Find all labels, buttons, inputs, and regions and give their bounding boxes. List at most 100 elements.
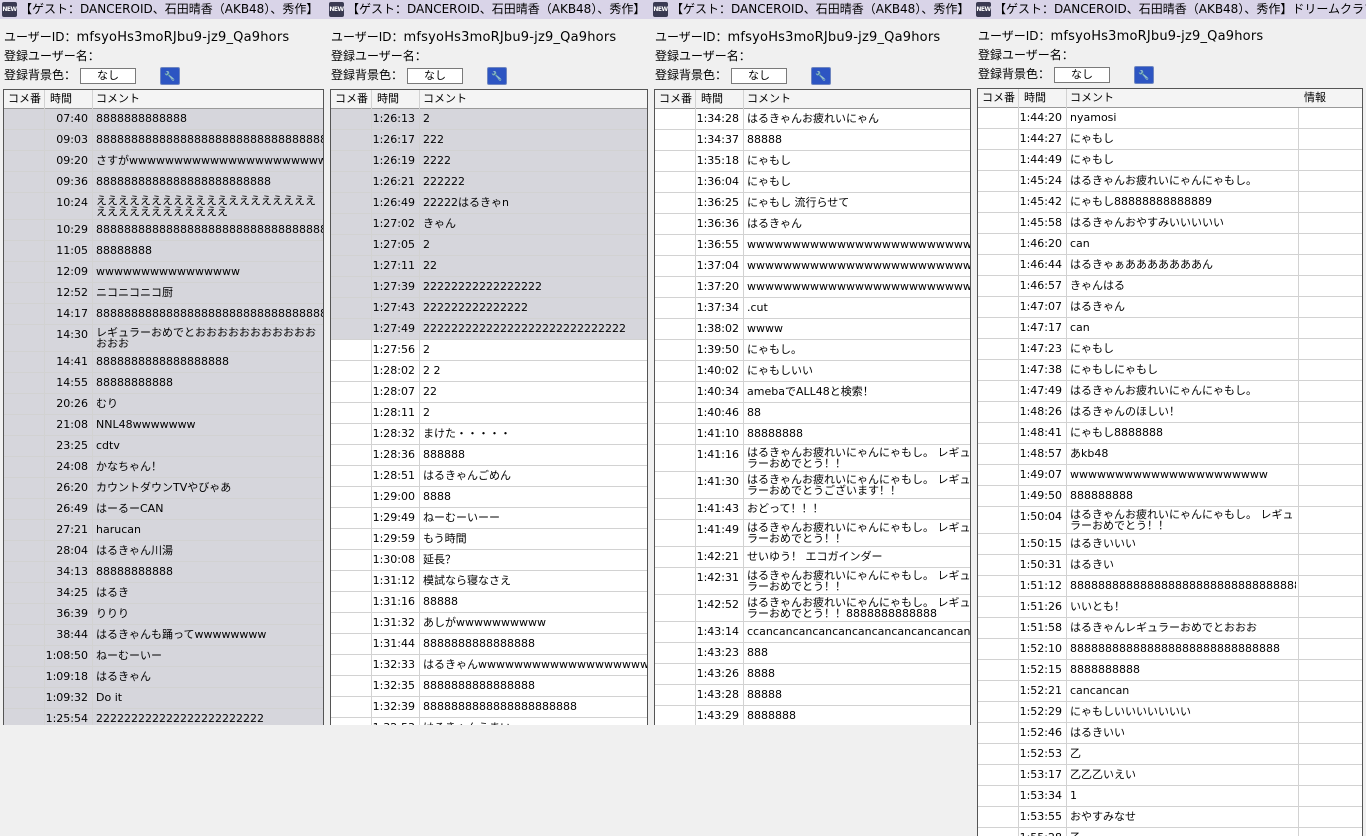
- comment-row[interactable]: 1:29:59 もう時間: [331, 529, 647, 550]
- comment-row[interactable]: 14:30 レギュラーおめでとおおおおおおおおおおおおおお: [4, 325, 323, 352]
- comment-row[interactable]: 1:26:17 222: [331, 130, 647, 151]
- comment-row[interactable]: 1:52:21 cancancan: [978, 681, 1362, 702]
- comment-row[interactable]: 34:25 はるき: [4, 583, 323, 604]
- comment-row[interactable]: 1:31:32 あしがwwwwwwwwww: [331, 613, 647, 634]
- column-header-comment[interactable]: コメント: [96, 90, 140, 108]
- comment-row[interactable]: 1:44:20 nyamosi: [978, 108, 1362, 129]
- comment-row[interactable]: 1:43:26 8888: [655, 664, 970, 685]
- comment-row[interactable]: 1:36:36 はるきゃん: [655, 214, 970, 235]
- comment-row[interactable]: 1:36:55 wwwwwwwwwwwwwwwwwwwwwwwwwww: [655, 235, 970, 256]
- comment-row[interactable]: 1:28:02 2 2: [331, 361, 647, 382]
- comment-row[interactable]: 1:38:02 wwww: [655, 319, 970, 340]
- comment-row[interactable]: 1:40:34 amebaでALL48と検索！: [655, 382, 970, 403]
- comment-row[interactable]: 1:53:34 1: [978, 786, 1362, 807]
- bg-color-select[interactable]: なし: [731, 67, 788, 84]
- comment-row[interactable]: 1:45:24 はるきゃんお疲れいにゃんにゃもし。: [978, 171, 1362, 192]
- column-header-time[interactable]: 時間: [701, 90, 723, 108]
- comment-row[interactable]: 1:34:28 はるきゃんお疲れいにゃん: [655, 109, 970, 130]
- comment-row[interactable]: 1:47:07 はるきゃん: [978, 297, 1362, 318]
- comment-row[interactable]: 1:51:12 888888888888888888888888888888888…: [978, 576, 1362, 597]
- comment-row[interactable]: 21:08 NNL48wwwwwww: [4, 415, 323, 436]
- comment-row[interactable]: 1:26:19 2222: [331, 151, 647, 172]
- comment-row[interactable]: 1:37:04 wwwwwwwwwwwwwwwwwwwwwwwwwwwwwwwww…: [655, 256, 970, 277]
- comment-row[interactable]: 1:46:44 はるきゃぁあああああああん: [978, 255, 1362, 276]
- column-header-num[interactable]: コメ番: [335, 90, 368, 108]
- comment-row[interactable]: 1:26:21 222222: [331, 172, 647, 193]
- wrench-button[interactable]: 🔧: [811, 66, 832, 85]
- comment-row[interactable]: 38:44 はるきゃんも踊ってwwwwwwww: [4, 625, 323, 646]
- comment-row[interactable]: 1:28:11 2: [331, 403, 647, 424]
- comment-row[interactable]: 1:48:41 にゃもし8888888: [978, 423, 1362, 444]
- comment-row[interactable]: 1:32:53 はるきゃんうまい: [331, 718, 647, 725]
- comment-row[interactable]: 10:29 88888888888888888888888888888888888…: [4, 220, 323, 241]
- comment-list[interactable]: コメ番 時間 コメント 1:34:28 はるきゃんお疲れいにゃん 1:34:37 88888…: [654, 89, 971, 725]
- comment-row[interactable]: 1:28:32 まけた・・・・・: [331, 424, 647, 445]
- comment-row[interactable]: 1:41:49 はるきゃんお疲れいにゃんにゃもし。 レギュラーおめでとう！！: [655, 520, 970, 547]
- column-header-time[interactable]: 時間: [377, 90, 399, 108]
- comment-row[interactable]: 1:47:49 はるきゃんお疲れいにゃんにゃもし。: [978, 381, 1362, 402]
- bg-color-select[interactable]: なし: [1054, 66, 1111, 83]
- comment-row[interactable]: 23:25 cdtv: [4, 436, 323, 457]
- comment-row[interactable]: 09:36 8888888888888888888888888: [4, 172, 323, 193]
- comment-row[interactable]: 1:29:00 8888: [331, 487, 647, 508]
- comment-row[interactable]: 1:48:26 はるきゃんのほしい！: [978, 402, 1362, 423]
- comment-row[interactable]: 1:47:38 にゃもしにゃもし: [978, 360, 1362, 381]
- column-header-time[interactable]: 時間: [1024, 89, 1046, 107]
- comment-row[interactable]: 1:42:52 はるきゃんお疲れいにゃんにゃもし。 レギュラーおめでとう！！888…: [655, 595, 970, 622]
- comment-row[interactable]: 1:52:29 にゃもしいいいいいいい: [978, 702, 1362, 723]
- comment-row[interactable]: 1:28:07 22: [331, 382, 647, 403]
- comment-row[interactable]: 1:27:05 2: [331, 235, 647, 256]
- comment-row[interactable]: 1:45:58 はるきゃんおやすみいいいいい: [978, 213, 1362, 234]
- comment-row[interactable]: 36:39 りりり: [4, 604, 323, 625]
- comment-row[interactable]: 1:53:17 乙乙乙いえい: [978, 765, 1362, 786]
- comment-row[interactable]: 1:39:50 にゃもし。: [655, 340, 970, 361]
- comment-row[interactable]: 1:27:49 22222222222222222222222222222: [331, 319, 647, 340]
- column-header-comment[interactable]: コメント: [423, 90, 467, 108]
- column-header-num[interactable]: コメ番: [982, 89, 1015, 107]
- comment-row[interactable]: 14:17 88888888888888888888888888888888888…: [4, 304, 323, 325]
- comment-row[interactable]: 1:32:33 はるきゃんwwwwwwwwwwwwwwwwwww: [331, 655, 647, 676]
- comment-row[interactable]: 1:41:10 88888888: [655, 424, 970, 445]
- comment-row[interactable]: 1:52:10 888888888888888888888888888888: [978, 639, 1362, 660]
- bg-color-select[interactable]: なし: [407, 67, 464, 84]
- comment-row[interactable]: 1:53:55 おやすみなせ: [978, 807, 1362, 828]
- bg-color-select[interactable]: なし: [80, 67, 137, 84]
- comment-row[interactable]: 1:09:32 Do it: [4, 688, 323, 709]
- comment-row[interactable]: 1:31:12 模試なら寝なさえ: [331, 571, 647, 592]
- comment-row[interactable]: 1:46:20 can: [978, 234, 1362, 255]
- comment-row[interactable]: 1:42:21 せいゆう！ エコガインダー: [655, 547, 970, 568]
- comment-row[interactable]: 1:37:20 wwwwwwwwwwwwwwwwwwwwwwwwwwwwwwwww…: [655, 277, 970, 298]
- comment-row[interactable]: 1:43:29 8888888: [655, 706, 970, 725]
- comment-row[interactable]: 1:47:17 can: [978, 318, 1362, 339]
- column-header-info[interactable]: 情報: [1304, 89, 1326, 107]
- comment-row[interactable]: 12:09 wwwwwwwwwwwwwwww: [4, 262, 323, 283]
- comment-row[interactable]: 1:51:58 はるきゃんレギュラーおめでとおおお: [978, 618, 1362, 639]
- comment-row[interactable]: 1:34:37 88888: [655, 130, 970, 151]
- comment-row[interactable]: 1:43:14 ccancancancancancancancancancanca…: [655, 622, 970, 643]
- comment-row[interactable]: 1:30:08 延長？: [331, 550, 647, 571]
- comment-list[interactable]: コメ番 時間 コメント 07:40 8888888888888 09:03 88888888…: [3, 89, 324, 725]
- comment-row[interactable]: 1:51:26 いいとも！: [978, 597, 1362, 618]
- comment-row[interactable]: 09:03 888888888888888888888888888888888: [4, 130, 323, 151]
- comment-row[interactable]: 26:49 はーるーCAN: [4, 499, 323, 520]
- comment-row[interactable]: 1:43:28 88888: [655, 685, 970, 706]
- comment-row[interactable]: 07:40 8888888888888: [4, 109, 323, 130]
- column-header-comment[interactable]: コメント: [1070, 89, 1114, 107]
- comment-row[interactable]: 1:26:13 2: [331, 109, 647, 130]
- comment-row[interactable]: 1:36:25 にゃもし 流行らせて: [655, 193, 970, 214]
- comment-row[interactable]: 1:52:53 乙: [978, 744, 1362, 765]
- comment-row[interactable]: 1:25:54 222222222222222222222222: [4, 709, 323, 725]
- comment-row[interactable]: 1:52:15 8888888888: [978, 660, 1362, 681]
- wrench-button[interactable]: 🔧: [487, 66, 508, 85]
- comment-row[interactable]: 1:49:07 wwwwwwwwwwwwwwwwwwwwww: [978, 465, 1362, 486]
- comment-row[interactable]: 12:52 ニコニコニコ厨: [4, 283, 323, 304]
- comment-row[interactable]: 1:49:50 888888888: [978, 486, 1362, 507]
- comment-row[interactable]: 1:37:34 .cut: [655, 298, 970, 319]
- comment-row[interactable]: 27:21 harucan: [4, 520, 323, 541]
- comment-row[interactable]: 1:31:16 88888: [331, 592, 647, 613]
- comment-row[interactable]: 1:52:46 はるきいい: [978, 723, 1362, 744]
- comment-row[interactable]: 1:55:28 乙: [978, 828, 1362, 836]
- column-header-time[interactable]: 時間: [50, 90, 72, 108]
- comment-row[interactable]: 1:40:46 88: [655, 403, 970, 424]
- column-header-comment[interactable]: コメント: [747, 90, 791, 108]
